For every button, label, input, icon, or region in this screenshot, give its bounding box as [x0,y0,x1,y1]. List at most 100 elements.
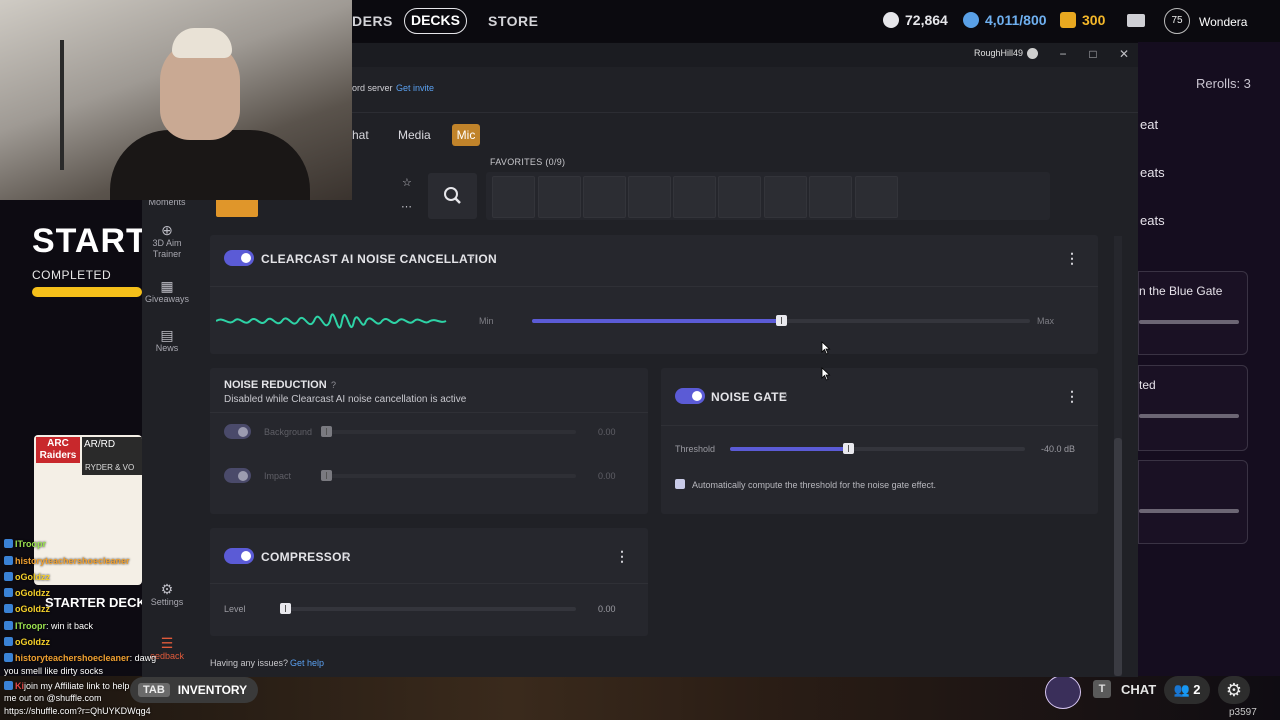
coins-value: 72,864 [905,12,948,28]
sidebar-item-giveaways[interactable]: ▦ Giveaways [142,279,192,305]
noise-reduction-title: NOISE REDUCTION [224,379,327,391]
favorite-slot[interactable] [855,176,898,218]
favorite-slot[interactable] [764,176,807,218]
chat-line: ITroopr [4,536,46,552]
chat-line: oGoldzz [4,634,50,650]
search-button[interactable] [428,173,477,219]
compressor-card [210,528,648,636]
contract-card[interactable]: ted [1138,365,1248,451]
favorite-slot[interactable] [718,176,761,218]
chat-line: ITroopr: win it back [4,618,93,634]
tab-mic[interactable]: Mic [452,124,480,146]
account-name[interactable]: RoughHill49 [974,48,1023,58]
badge-icon [4,539,13,548]
chat-line: oGoldzz [4,585,50,601]
coin-icon [883,12,899,28]
background-slider-track[interactable] [322,430,576,434]
impact-toggle[interactable] [224,468,251,483]
noise-gate-toggle[interactable] [675,388,705,404]
max-label: Max [1037,316,1055,326]
favorite-slot[interactable] [538,176,581,218]
contract-card[interactable]: n the Blue Gate [1138,271,1248,355]
favorite-slot[interactable] [673,176,716,218]
gear-icon[interactable]: ⚙ [1218,676,1250,704]
level-slider-track[interactable] [281,607,576,611]
contract-progress [1139,414,1239,418]
clearcast-toggle[interactable] [224,250,254,266]
mail-icon[interactable] [1127,14,1145,27]
right-item[interactable]: eats [1140,213,1165,228]
maximize-button[interactable]: □ [1086,47,1100,61]
help-icon[interactable]: ? [469,254,474,264]
tab-chat[interactable]: hat [352,128,369,142]
sidebar-item-label: Giveaways [144,294,189,304]
player-level-badge[interactable]: 75 [1164,8,1190,34]
get-invite-link[interactable]: Get invite [396,83,434,93]
help-icon[interactable]: ? [782,392,787,402]
start-progress-bar [32,287,142,297]
card-code: AR/RD [82,437,142,463]
favorite-slot[interactable] [583,176,626,218]
badge-icon [4,637,13,646]
chat-button[interactable]: T CHAT [1093,680,1156,698]
close-button[interactable]: ✕ [1117,47,1131,61]
help-icon[interactable]: ? [331,380,336,390]
contract-card-title: n the Blue Gate [1139,284,1223,298]
waveform-visual [216,313,447,329]
selected-sound-tile[interactable] [216,197,258,217]
inventory-label: INVENTORY [177,683,248,697]
more-icon[interactable]: ⋯ [401,200,412,213]
sidebar-item-aim-trainer[interactable]: ⊕ 3D Aim Trainer [142,223,192,260]
favorite-slot[interactable] [809,176,852,218]
minimize-button[interactable]: − [1056,47,1070,61]
favorite-slot[interactable] [492,176,535,218]
avatar[interactable] [1045,675,1081,709]
right-item[interactable]: eats [1140,165,1165,180]
contract-card[interactable] [1138,460,1248,544]
nav-store[interactable]: STORE [488,13,538,29]
threshold-slider-thumb[interactable] [843,443,854,454]
impact-label: Impact [264,471,292,481]
impact-value: 0.00 [598,471,616,481]
nav-raiders[interactable]: DERS [352,13,393,29]
noise-gate-menu-button[interactable]: ⋮ [1065,388,1079,405]
build-id: p3597 [1229,707,1257,718]
favorite-slot[interactable] [628,176,671,218]
tab-media[interactable]: Media [398,128,431,142]
auto-threshold-checkbox[interactable] [675,479,685,489]
help-icon[interactable]: ? [344,552,349,562]
badge-icon [4,572,13,581]
account-avatar[interactable] [1027,48,1038,59]
sidebar-item-news[interactable]: ▤ News [142,327,192,354]
sidebar-item-label: News [155,343,179,353]
star-icon[interactable]: ☆ [402,176,412,189]
creds-counter: 4,011/800 [963,12,1047,28]
right-item[interactable]: eat [1140,117,1158,132]
clearcast-slider-thumb[interactable] [776,315,787,326]
level-slider-thumb[interactable] [280,603,291,614]
friends-icon: 👥 [1173,682,1190,697]
player-name[interactable]: Wondera [1199,15,1247,29]
impact-slider-track[interactable] [322,474,576,478]
clearcast-menu-button[interactable]: ⋮ [1065,250,1079,267]
token-icon [1060,12,1076,28]
get-help-link[interactable]: Get help [290,658,324,668]
favorites-label: FAVORITES (0/9) [490,157,566,167]
cursor-icon [821,367,831,381]
background-slider-thumb[interactable] [321,426,332,437]
compressor-menu-button[interactable]: ⋮ [615,548,629,565]
news-icon: ▤ [160,327,174,343]
friends-button[interactable]: 👥 2 [1164,676,1210,704]
background-toggle[interactable] [224,424,251,439]
level-value: 0.00 [598,604,616,614]
impact-slider-thumb[interactable] [321,470,332,481]
compressor-toggle[interactable] [224,548,254,564]
coins-counter: 72,864 [883,12,948,28]
stream-chat-overlay: ITroopr historyteachershoecleaner oGoldz… [0,536,175,720]
nav-decks[interactable]: DECKS [404,8,467,34]
scrollbar-thumb[interactable] [1114,438,1122,676]
divider [210,583,648,584]
divider [210,286,1098,287]
chat-label: CHAT [1121,681,1157,697]
background-value: 0.00 [598,427,616,437]
